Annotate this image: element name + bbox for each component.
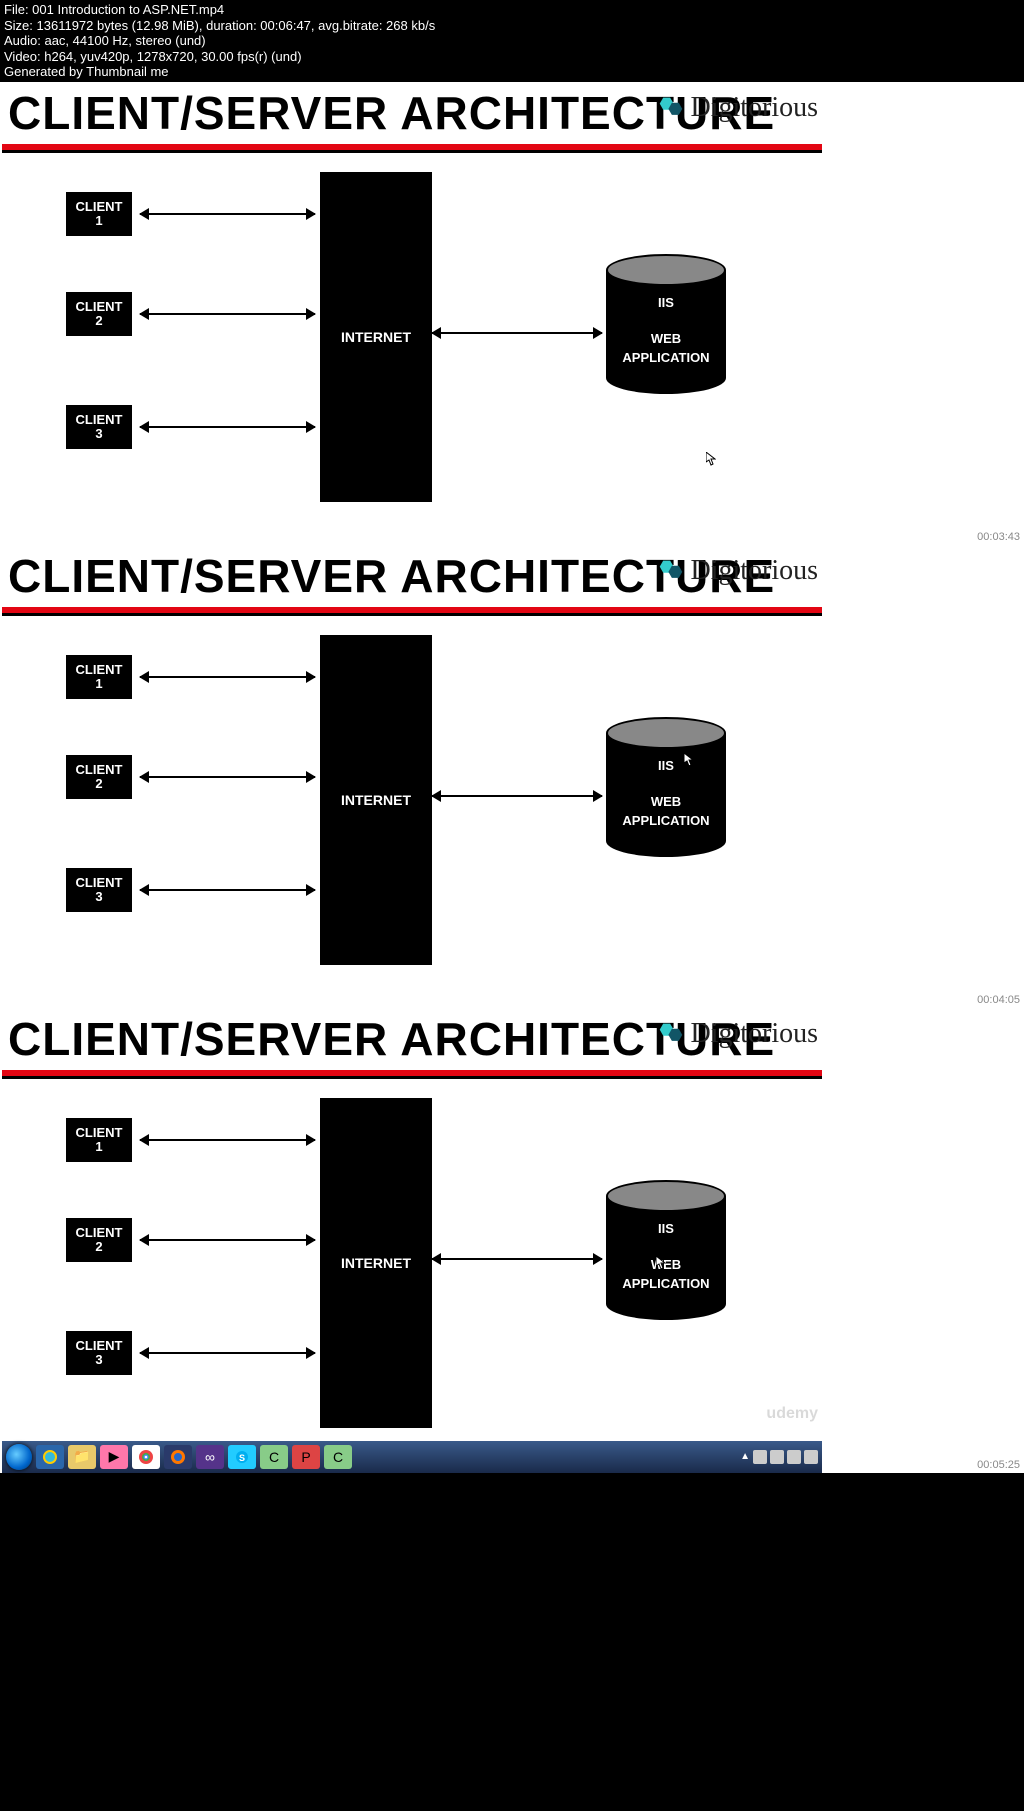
meta-generated: Generated by Thumbnail me (4, 64, 1020, 80)
tray-icon[interactable] (770, 1450, 784, 1464)
timestamp-3: 00:05:25 (977, 1459, 1020, 1471)
arrow-internet-server (432, 795, 602, 797)
brand-text: Digitorious (690, 1018, 818, 1050)
meta-size: Size: 13611972 bytes (12.98 MiB), durati… (4, 18, 1020, 34)
tray-volume-icon[interactable] (804, 1450, 818, 1464)
brand-logo: Digitorious (658, 1018, 818, 1050)
brand-logo: Digitorious (658, 555, 818, 587)
thumbnail-1: CLIENT/SERVER ARCHITECTURE Digitorious C… (2, 82, 822, 545)
meta-video: Video: h264, yuv420p, 1278x720, 30.00 fp… (4, 49, 1020, 65)
hex-icon (658, 97, 684, 119)
arrow-client2-internet (140, 776, 315, 778)
server-cylinder: IIS WEB APPLICATION (606, 254, 726, 394)
server-cylinder: IIS WEB APPLICATION (606, 1180, 726, 1320)
client-3-box: CLIENT 3 (66, 405, 132, 449)
black-divider (2, 150, 822, 153)
arrow-client3-internet (140, 889, 315, 891)
internet-box: INTERNET (320, 635, 432, 965)
arrow-internet-server (432, 1258, 602, 1260)
udemy-watermark: udemy (766, 1405, 818, 1423)
explorer-icon[interactable]: 📁 (68, 1445, 96, 1469)
meta-file: File: 001 Introduction to ASP.NET.mp4 (4, 2, 1020, 18)
client-2-box: CLIENT 2 (66, 292, 132, 336)
tray-icon[interactable] (753, 1450, 767, 1464)
hex-icon (658, 1023, 684, 1045)
client-2-box: CLIENT2 (66, 755, 132, 799)
cursor-icon (656, 1256, 666, 1270)
app-icon-1[interactable]: C (260, 1445, 288, 1469)
arrow-client3-internet (140, 1352, 315, 1354)
black-divider (2, 613, 822, 616)
arrow-client3-internet (140, 426, 315, 428)
thumbnail-2: CLIENT/SERVER ARCHITECTURE Digitorious C… (2, 545, 822, 1008)
brand-logo: Digitorious (658, 92, 818, 124)
timestamp-2: 00:04:05 (977, 994, 1020, 1006)
client-1-box: CLIENT 1 (66, 192, 132, 236)
firefox-icon[interactable] (164, 1445, 192, 1469)
ie-icon[interactable] (36, 1445, 64, 1469)
arrow-client1-internet (140, 1139, 315, 1141)
meta-audio: Audio: aac, 44100 Hz, stereo (und) (4, 33, 1020, 49)
start-button[interactable] (6, 1444, 32, 1470)
black-divider (2, 1076, 822, 1079)
arrow-client1-internet (140, 676, 315, 678)
media-player-icon[interactable]: ▶ (100, 1445, 128, 1469)
client-1-box: CLIENT1 (66, 655, 132, 699)
cursor-icon (684, 753, 694, 767)
arrow-client1-internet (140, 213, 315, 215)
tray-icon[interactable] (787, 1450, 801, 1464)
client-2-box: CLIENT2 (66, 1218, 132, 1262)
svg-text:S: S (239, 1453, 245, 1463)
powerpoint-icon[interactable]: P (292, 1445, 320, 1469)
thumbnail-3: CLIENT/SERVER ARCHITECTURE Digitorious C… (2, 1008, 822, 1441)
cursor-icon (706, 452, 716, 466)
skype-icon[interactable]: S (228, 1445, 256, 1469)
arrow-client2-internet (140, 313, 315, 315)
file-metadata: File: 001 Introduction to ASP.NET.mp4 Si… (0, 0, 1024, 82)
internet-box: INTERNET (320, 1098, 432, 1428)
client-3-box: CLIENT3 (66, 1331, 132, 1375)
hex-icon (658, 560, 684, 582)
arrow-internet-server (432, 332, 602, 334)
chrome-icon[interactable] (132, 1445, 160, 1469)
visual-studio-icon[interactable]: ∞ (196, 1445, 224, 1469)
brand-text: Digitorious (690, 92, 818, 124)
windows-taskbar[interactable]: 📁 ▶ ∞ S C P C ▲ (2, 1441, 822, 1473)
internet-box: INTERNET (320, 172, 432, 502)
tray-chevron-icon[interactable]: ▲ (740, 1451, 750, 1462)
server-cylinder: IIS WEB APPLICATION (606, 717, 726, 857)
brand-text: Digitorious (690, 555, 818, 587)
arrow-client2-internet (140, 1239, 315, 1241)
app-icon-2[interactable]: C (324, 1445, 352, 1469)
client-1-box: CLIENT1 (66, 1118, 132, 1162)
system-tray[interactable]: ▲ (740, 1450, 818, 1464)
timestamp-1: 00:03:43 (977, 531, 1020, 543)
client-3-box: CLIENT3 (66, 868, 132, 912)
